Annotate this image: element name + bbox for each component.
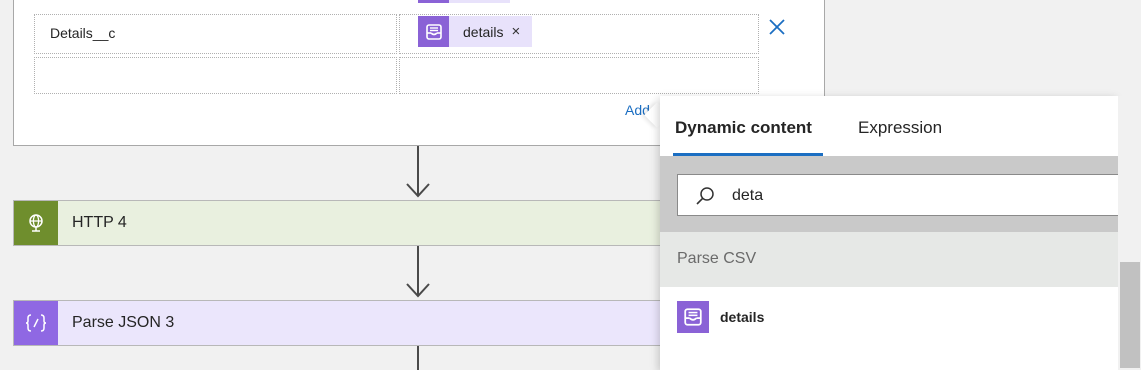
arrow-down-icon (406, 283, 430, 298)
arrow-down-icon (406, 183, 430, 198)
search-band (660, 156, 1118, 232)
parse-json-action[interactable]: Parse JSON 3 (13, 300, 673, 346)
value-cell-1[interactable]: details × (399, 14, 759, 54)
globe-icon (14, 201, 58, 245)
dynamic-content-popup: Dynamic content Expression Parse CSV det… (660, 96, 1118, 370)
result-label: details (720, 309, 765, 325)
key-text: Details__c (50, 25, 116, 41)
token-label: details (463, 23, 504, 40)
braces-icon (14, 301, 58, 345)
inbox-icon (418, 16, 449, 47)
tab-expression[interactable]: Expression (858, 118, 942, 138)
connector-line (417, 346, 419, 370)
group-header-parse-csv[interactable]: Parse CSV (660, 232, 1118, 287)
search-box[interactable] (677, 174, 1118, 216)
group-label: Parse CSV (677, 250, 757, 267)
key-cell-2[interactable] (34, 57, 397, 94)
token-remove-icon[interactable]: × (511, 24, 520, 39)
details-token[interactable]: details × (418, 16, 533, 47)
inbox-icon (677, 301, 709, 333)
value-cell-2[interactable] (399, 57, 759, 94)
action-title: HTTP 4 (72, 214, 127, 231)
tab-dynamic-content[interactable]: Dynamic content (675, 118, 812, 138)
search-icon (696, 187, 714, 205)
http-action[interactable]: HTTP 4 (13, 200, 673, 246)
scrollbar-thumb[interactable] (1120, 262, 1140, 368)
partial-token-icon (418, 0, 449, 3)
result-item-details[interactable]: details (660, 287, 1118, 349)
action-title: Parse JSON 3 (72, 314, 175, 331)
delete-row-icon[interactable] (767, 17, 787, 37)
search-input[interactable] (732, 183, 1102, 209)
key-cell-1[interactable]: Details__c (34, 14, 397, 54)
